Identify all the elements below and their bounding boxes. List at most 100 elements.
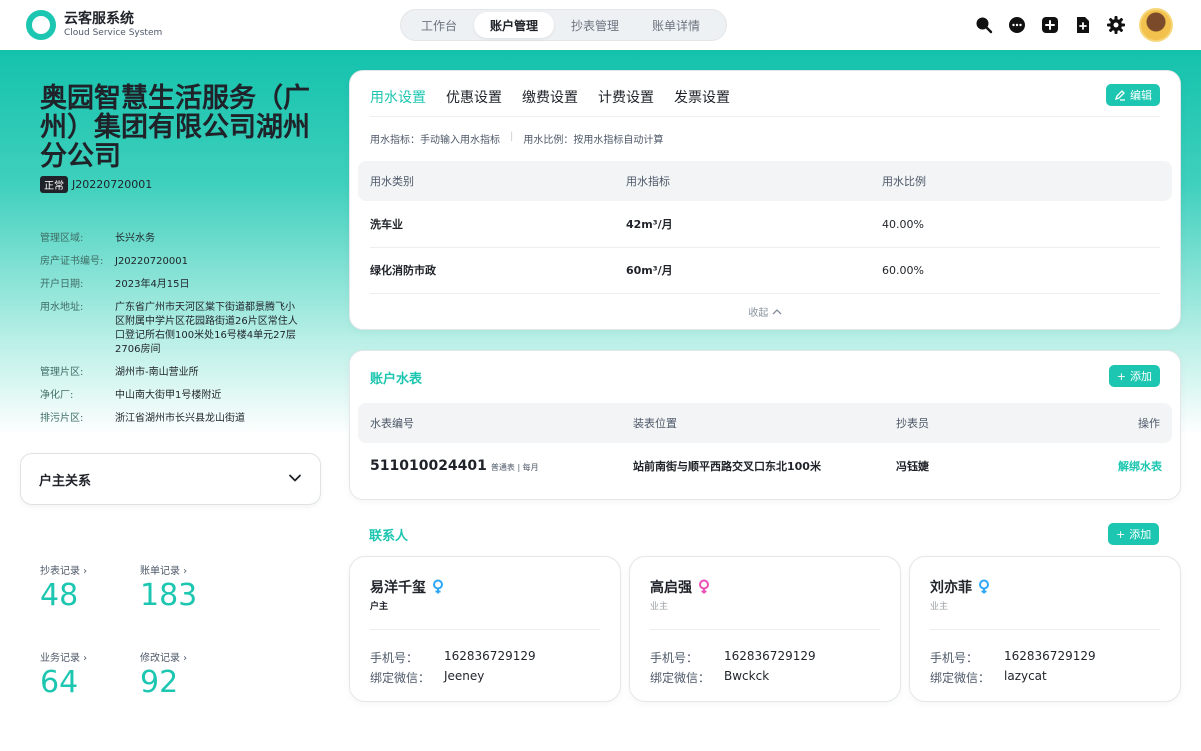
divider [370, 629, 600, 630]
add-icon[interactable] [1040, 15, 1060, 35]
contacts-title: 联系人 [369, 529, 409, 544]
info-key: 净化厂: [40, 390, 74, 401]
phone-key: 手机号： [930, 651, 979, 665]
stat-edit-records[interactable]: 修改记录 › 92 [140, 649, 187, 700]
contact-name: 刘亦菲 [930, 580, 972, 596]
water-quota: 60m³/月 [626, 264, 673, 277]
info-row: 排污片区: 浙江省湖州市长兴县龙山街道 [40, 412, 310, 426]
owner-relation-dropdown[interactable]: 户主关系 [20, 453, 321, 505]
info-row: 管理区域: 长兴水务 [40, 232, 310, 246]
stat-label: 业务记录 › [40, 653, 88, 664]
stat-value: 183 [140, 578, 198, 613]
add-contact-button[interactable]: + 添加 [1108, 523, 1160, 545]
collapse-toggle[interactable]: 收起 [350, 304, 1180, 319]
water-settings-card: 用水设置 优惠设置 缴费设置 计费设置 发票设置 编辑 用水指标：手动输入用水指… [349, 70, 1181, 330]
water-ratio: 40.00% [882, 217, 924, 231]
main-nav: 工作台 账户管理 抄表管理 账单详情 [400, 9, 727, 41]
info-value: 浙江省湖州市长兴县龙山街道 [115, 413, 245, 424]
add-label: 添加 [1129, 528, 1152, 541]
stat-label: 抄表记录 › [40, 566, 88, 577]
edit-button[interactable]: 编辑 [1106, 84, 1160, 106]
divider [370, 293, 1160, 294]
chevron-down-icon [288, 470, 302, 489]
contact-card[interactable]: 易洋千玺 户主 手机号： 162836729129 绑定微信： Jeeney [349, 556, 621, 702]
column-header: 用水比例 [882, 175, 926, 188]
tab-water-settings[interactable]: 用水设置 [370, 87, 426, 107]
water-category: 洗车业 [370, 218, 403, 231]
contact-wechat: Bwckck [724, 669, 770, 683]
phone-key: 手机号： [370, 651, 419, 665]
water-quota: 42m³/月 [626, 218, 673, 231]
column-header: 用水类别 [370, 175, 414, 188]
chat-icon[interactable] [1007, 15, 1027, 35]
info-value: 广东省广州市天河区棠下街道都景腾飞小区附属中学片区花园路街道26片区常住人口登记… [115, 302, 298, 355]
tab-payment-settings[interactable]: 缴费设置 [522, 87, 578, 107]
add-meter-button[interactable]: + 添加 [1108, 365, 1160, 387]
collapse-label: 收起 [748, 308, 769, 319]
info-value: 2023年4月15日 [115, 279, 190, 290]
info-row: 用水地址: 广东省广州市天河区棠下街道都景腾飞小区附属中学片区花园路街道26片区常… [40, 301, 310, 357]
app-subtitle: Cloud Service System [64, 28, 163, 38]
stat-value: 64 [40, 665, 79, 700]
tab-discount-settings[interactable]: 优惠设置 [446, 87, 502, 107]
water-settings-summary: 用水指标：手动输入用水指标 | 用水比例：按用水指标自动计算 [370, 131, 663, 146]
divider [650, 629, 880, 630]
column-header: 用水指标 [626, 175, 670, 188]
edit-label: 编辑 [1130, 89, 1152, 102]
meter-meta: 普通表 | 每月 [490, 463, 539, 472]
divider [370, 116, 1160, 117]
contact-role: 户主 [370, 602, 389, 612]
column-header: 水表编号 [370, 417, 414, 430]
water-table-header: 用水类别 用水指标 用水比例 [358, 161, 1172, 201]
search-icon[interactable] [974, 15, 994, 35]
nav-tab-account[interactable]: 账户管理 [474, 12, 555, 38]
plus-icon: + [1116, 527, 1126, 541]
contact-name: 高启强 [650, 580, 692, 596]
info-key: 排污片区: [40, 413, 84, 424]
contact-wechat: Jeeney [444, 669, 485, 683]
contact-card[interactable]: 高启强 业主 手机号： 162836729129 绑定微信： Bwckck [629, 556, 901, 702]
indicator-mode: 用水指标：手动输入用水指标 [370, 135, 500, 146]
info-value: J20220720001 [115, 256, 188, 267]
chevron-up-icon [772, 308, 782, 319]
stat-value: 92 [140, 665, 179, 700]
company-name: 奥园智慧生活服务（广州）集团有限公司湖州分公司 [40, 83, 310, 172]
info-key: 开户日期: [40, 279, 84, 290]
wechat-key: 绑定微信： [370, 671, 431, 685]
add-label: 添加 [1130, 370, 1152, 383]
table-row: 洗车业 42m³/月 40.00% [370, 201, 1162, 247]
contact-phone: 162836729129 [724, 649, 816, 663]
phone-key: 手机号： [650, 651, 699, 665]
contact-phone: 162836729129 [444, 649, 536, 663]
table-row: 绿化消防市政 60m³/月 60.00% [370, 247, 1162, 293]
tab-billing-settings[interactable]: 计费设置 [598, 87, 654, 107]
meter-number: 511010024401 [370, 458, 487, 474]
nav-tab-workbench[interactable]: 工作台 [405, 12, 473, 38]
contact-role: 业主 [650, 602, 669, 612]
nav-tab-meter-reading[interactable]: 抄表管理 [555, 12, 635, 38]
top-bar: 云客服系统 Cloud Service System 工作台 账户管理 抄表管理… [0, 0, 1201, 50]
ratio-mode: 用水比例：按用水指标自动计算 [523, 135, 664, 146]
stat-bill-records[interactable]: 账单记录 › 183 [140, 562, 197, 613]
app-title: 云客服系统 [64, 11, 134, 27]
info-value: 中山南大街甲1号楼附近 [115, 390, 222, 401]
owner-relation-label: 户主关系 [39, 473, 92, 489]
contact-wechat: lazycat [1004, 669, 1047, 683]
unbind-meter-link[interactable]: 解绑水表 [1118, 458, 1162, 474]
info-value: 湖州市-南山营业所 [115, 367, 199, 378]
file-add-icon[interactable] [1073, 15, 1093, 35]
app-logo[interactable]: 云客服系统 Cloud Service System [26, 10, 162, 40]
status-badge: 正常 [40, 176, 68, 193]
nav-tab-bill-details[interactable]: 账单详情 [636, 12, 716, 38]
stat-business-records[interactable]: 业务记录 › 64 [40, 649, 87, 700]
meters-title: 账户水表 [370, 372, 423, 387]
avatar[interactable] [1139, 8, 1173, 42]
female-icon [698, 579, 710, 595]
account-code: J20220720001 [72, 178, 153, 191]
stat-meter-records[interactable]: 抄表记录 › 48 [40, 562, 87, 613]
tab-invoice-settings[interactable]: 发票设置 [674, 87, 730, 107]
gear-icon[interactable] [1106, 15, 1126, 35]
info-key: 用水地址: [40, 302, 84, 313]
meter-location: 站前南街与顺平西路交叉口东北100米 [633, 460, 821, 473]
contact-card[interactable]: 刘亦菲 业主 手机号： 162836729129 绑定微信： lazycat [909, 556, 1181, 702]
